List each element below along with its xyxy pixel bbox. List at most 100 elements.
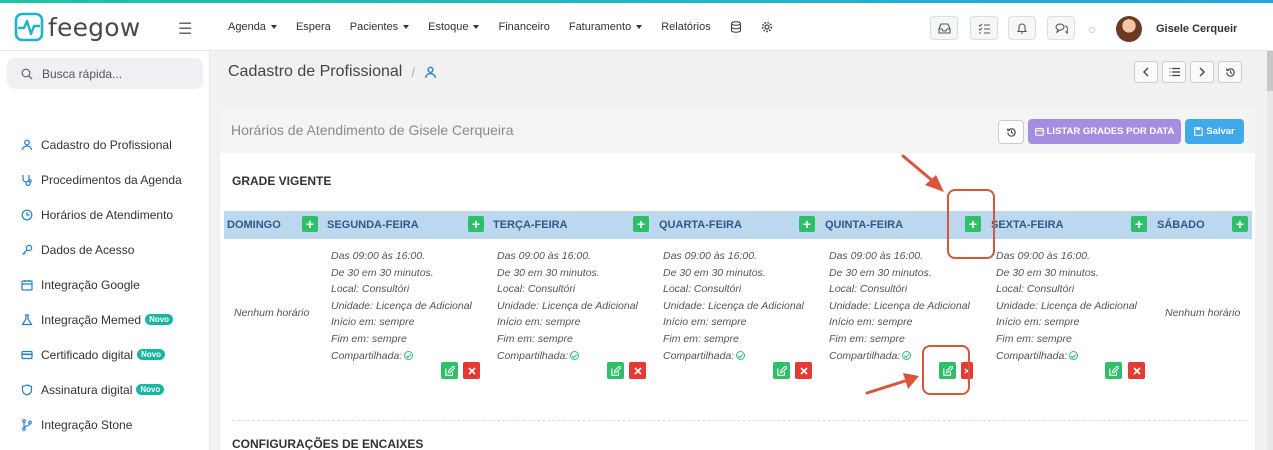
edit-icon [444, 365, 455, 376]
sidebar: Cadastro do Profissional Procedimentos d… [0, 51, 210, 450]
schedule-sexta: Das 09:00 às 16:00. De 30 em 30 minutos.… [996, 250, 1137, 362]
history-icon [1225, 67, 1235, 77]
save-button[interactable]: Salvar [1185, 119, 1244, 144]
new-badge: Novo [137, 349, 166, 360]
database-icon[interactable] [730, 21, 742, 33]
sidebar-item-horarios[interactable]: Horários de Atendimento [0, 197, 210, 232]
sidebar-item-google[interactable]: Integração Google [0, 267, 210, 302]
check-circle-icon [736, 350, 746, 360]
history-button[interactable] [1218, 61, 1242, 83]
sidebar-item-stone[interactable]: Integração Stone [0, 407, 210, 442]
scrollbar-thumb[interactable] [1267, 51, 1273, 91]
caret-down-icon [270, 25, 277, 29]
check-circle-icon [570, 350, 580, 360]
floppy-disk-icon [1194, 127, 1204, 136]
list-button[interactable] [1162, 61, 1186, 83]
user-name[interactable]: Gisele Cerqueir [1156, 23, 1237, 35]
quick-search[interactable] [7, 58, 203, 89]
sidebar-item-dados-acesso[interactable]: Dados de Acesso [0, 232, 210, 267]
record-navigation [1134, 61, 1246, 83]
close-icon [633, 366, 642, 375]
menu-toggle-icon[interactable]: ☰ [178, 19, 192, 39]
gear-icon[interactable] [761, 21, 773, 33]
chat-button[interactable] [1047, 16, 1075, 40]
sidebar-item-certificado[interactable]: Certificado digital Novo [0, 337, 210, 372]
previous-button[interactable] [1134, 61, 1158, 83]
edit-schedule-quarta-button[interactable] [773, 362, 790, 379]
menu-item-faturamento[interactable]: Faturamento [569, 21, 643, 33]
schedule-quarta: Das 09:00 às 16:00. De 30 em 30 minutos.… [663, 250, 804, 362]
sidebar-item-procedimentos[interactable]: Procedimentos da Agenda [0, 162, 210, 197]
day-label-terca: TERÇA-FEIRA [493, 219, 568, 231]
user-avatar[interactable] [1116, 16, 1142, 42]
add-schedule-domingo-button[interactable]: + [302, 216, 318, 232]
list-icon [1169, 67, 1180, 77]
delete-schedule-segunda-button[interactable] [463, 362, 480, 379]
brand-logo[interactable]: feegow [14, 12, 140, 42]
day-label-sexta: SEXTA-FEIRA [991, 219, 1064, 231]
brand-name: feegow [48, 12, 141, 42]
inbox-icon [937, 22, 951, 34]
sidebar-menu: Cadastro do Profissional Procedimentos d… [0, 127, 210, 442]
close-icon [1132, 366, 1141, 375]
menu-item-estoque[interactable]: Estoque [428, 21, 480, 33]
caret-down-icon [636, 25, 643, 29]
menu-item-pacientes[interactable]: Pacientes [350, 21, 410, 33]
no-schedule-domingo: Nenhum horário [234, 307, 310, 319]
menu-item-agenda[interactable]: Agenda [228, 21, 277, 33]
inbox-button[interactable] [930, 16, 958, 40]
caret-down-icon [473, 25, 480, 29]
add-schedule-terca-button[interactable]: + [633, 216, 649, 232]
caret-down-icon [403, 25, 410, 29]
page-title: Cadastro de Profissional [228, 63, 403, 80]
sidebar-item-memed[interactable]: Integração Memed Novo [0, 302, 210, 337]
list-schedules-by-date-button[interactable]: LISTAR GRADES POR DATA [1028, 119, 1181, 144]
delete-schedule-sexta-button[interactable] [1128, 362, 1145, 379]
search-icon [21, 68, 33, 79]
schedule-segunda: Das 09:00 às 16:00. De 30 em 30 minutos.… [331, 250, 472, 362]
add-schedule-quarta-button[interactable]: + [799, 216, 815, 232]
menu-item-relatorios[interactable]: Relatórios [661, 21, 711, 33]
bell-icon [1016, 23, 1028, 34]
menu-item-financeiro[interactable]: Financeiro [498, 21, 549, 33]
check-circle-icon [1069, 350, 1079, 360]
add-schedule-sabado-button[interactable]: + [1232, 216, 1248, 232]
edit-icon [776, 365, 787, 376]
chat-icon [1054, 23, 1068, 34]
sidebar-item-cadastro[interactable]: Cadastro do Profissional [0, 127, 210, 162]
flask-icon [20, 313, 33, 326]
day-label-segunda: SEGUNDA-FEIRA [327, 219, 419, 231]
history-button[interactable] [998, 120, 1024, 144]
next-button[interactable] [1190, 61, 1214, 83]
menu-item-espera[interactable]: Espera [296, 21, 331, 33]
credit-card-icon [20, 348, 33, 361]
day-label-sabado: SÁBADO [1157, 219, 1205, 231]
checklist-icon [978, 23, 990, 34]
delete-schedule-quarta-button[interactable] [795, 362, 812, 379]
highlight-edit-button [922, 345, 970, 395]
add-schedule-sexta-button[interactable]: + [1131, 216, 1147, 232]
edit-schedule-segunda-button[interactable] [441, 362, 458, 379]
clock-icon [20, 208, 33, 221]
edit-schedule-terca-button[interactable] [607, 362, 624, 379]
user-doctor-icon[interactable] [424, 66, 437, 79]
section-divider [232, 420, 1246, 421]
delete-schedule-terca-button[interactable] [629, 362, 646, 379]
check-circle-icon [404, 350, 414, 360]
notifications-button[interactable] [1008, 16, 1036, 40]
key-icon [20, 243, 33, 256]
close-icon [799, 366, 808, 375]
stethoscope-icon [20, 173, 33, 186]
sidebar-item-assinatura[interactable]: Assinatura digital Novo [0, 372, 210, 407]
chevron-right-icon [1199, 67, 1205, 77]
schedule-terca: Das 09:00 às 16:00. De 30 em 30 minutos.… [497, 250, 638, 362]
edit-schedule-sexta-button[interactable] [1105, 362, 1122, 379]
heartbeat-logo-icon [14, 12, 44, 42]
page-scrollbar[interactable] [1267, 51, 1273, 450]
tasks-button[interactable] [970, 16, 998, 40]
search-input[interactable] [42, 66, 192, 81]
edit-icon [610, 365, 621, 376]
shield-icon [20, 383, 33, 396]
add-schedule-segunda-button[interactable]: + [468, 216, 484, 232]
close-icon [467, 366, 476, 375]
